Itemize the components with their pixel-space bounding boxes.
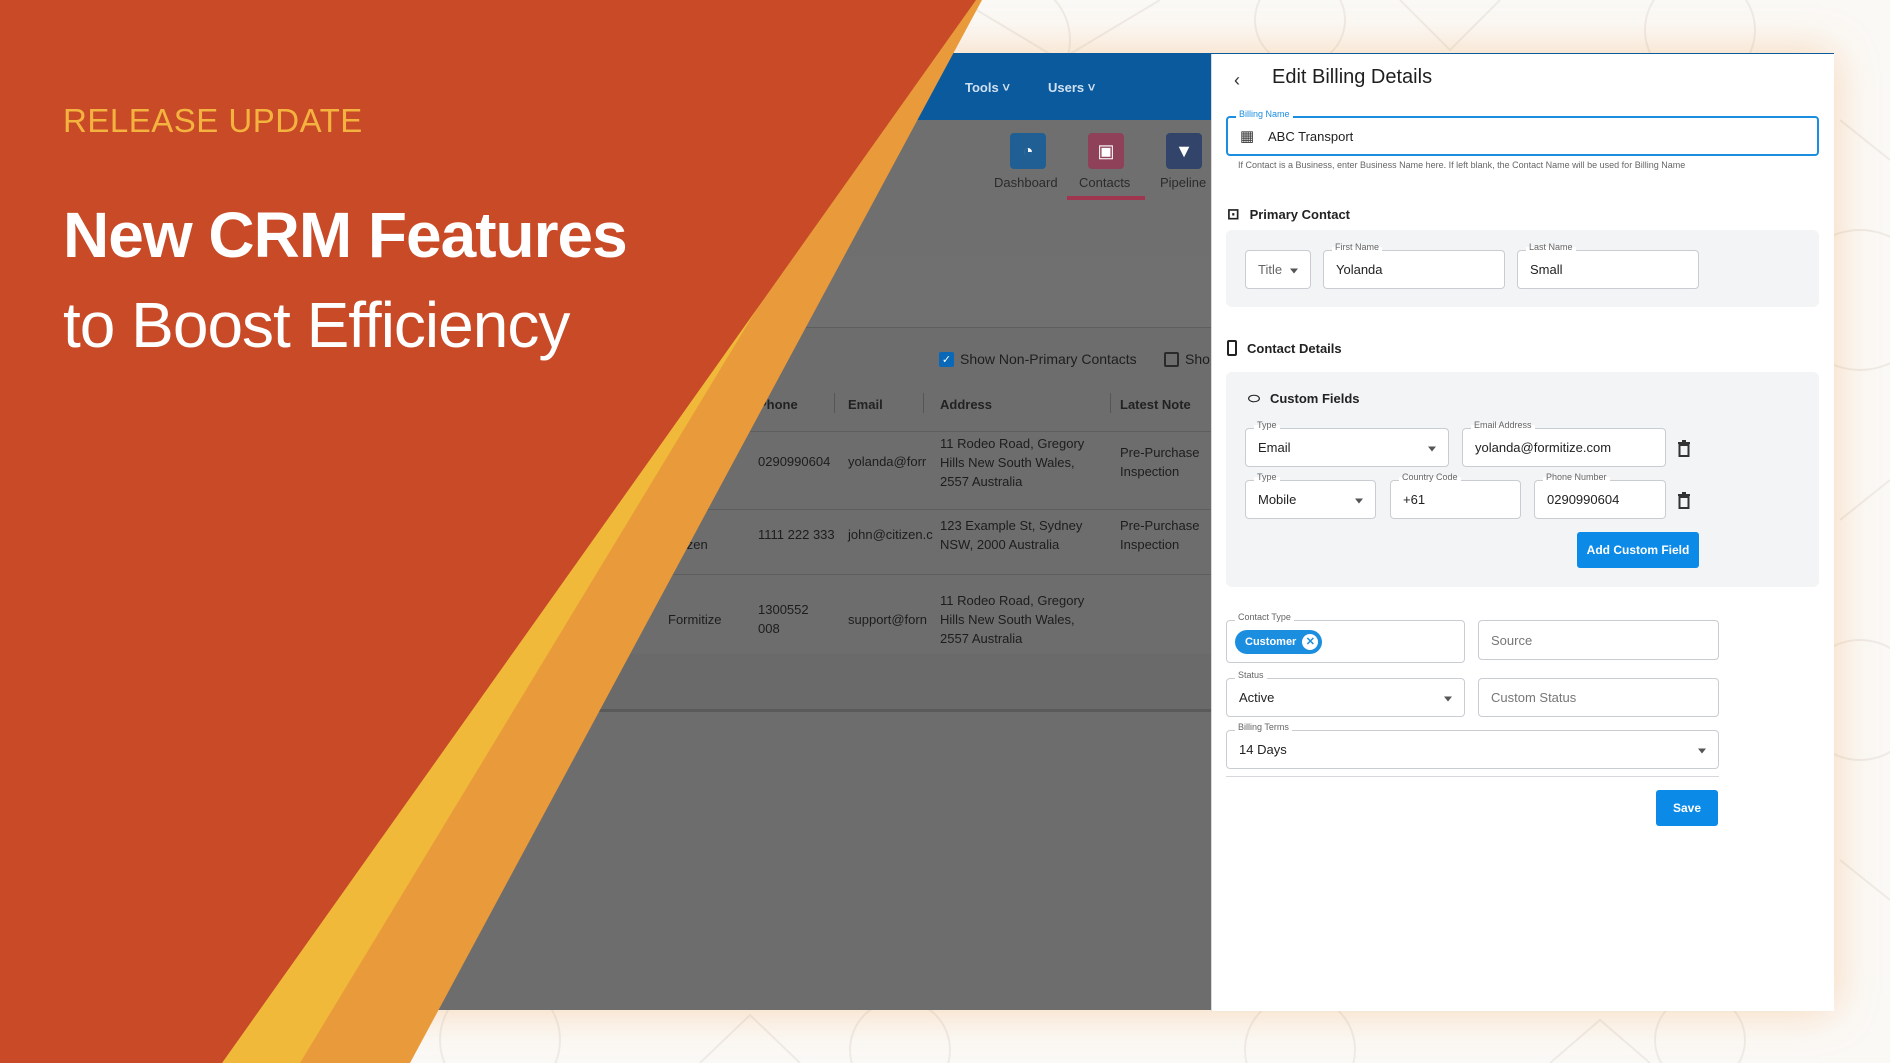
contact-card-icon: ⊡	[1227, 206, 1240, 223]
checkbox-checked-icon[interactable]: ✓	[939, 351, 954, 367]
nav-pipeline-label[interactable]: Pipeline	[1160, 175, 1206, 190]
tag-icon: ⬭	[1248, 390, 1260, 406]
nav-contacts-label[interactable]: Contacts	[1079, 175, 1130, 190]
chevron-down-icon	[1698, 748, 1706, 753]
col-email[interactable]: Email	[848, 397, 883, 412]
col-phone[interactable]: Phone	[758, 397, 798, 412]
billing-name-field[interactable]: Billing Name ▦ ABC Transport	[1226, 109, 1819, 156]
last-name-field[interactable]: Last Name Small	[1517, 242, 1699, 289]
building-icon: ▦	[1240, 128, 1255, 145]
contacts-icon[interactable]: ▣	[1088, 133, 1124, 169]
billing-terms-select[interactable]: Billing Terms 14 Days	[1226, 722, 1719, 769]
primary-contact-heading: ⊡ Primary Contact	[1227, 206, 1350, 223]
chevron-down-icon	[1290, 268, 1298, 273]
delete-email-icon[interactable]	[1677, 440, 1691, 457]
status-select[interactable]: Status Active	[1226, 670, 1465, 717]
nav-users[interactable]: Users ˅	[1048, 80, 1095, 95]
show-other-filter[interactable]: Sho	[1164, 351, 1210, 367]
billing-name-hint: If Contact is a Business, enter Business…	[1238, 160, 1686, 170]
mobile-phone-icon	[1227, 340, 1237, 356]
edit-billing-panel: ‹ Edit Billing Details Billing Name ▦ AB…	[1211, 54, 1834, 1011]
filter-icon[interactable]: ▼	[1166, 133, 1202, 169]
chevron-down-icon	[1355, 498, 1363, 503]
source-field[interactable]: Source	[1478, 620, 1719, 660]
nav-dashboard-label[interactable]: Dashboard	[994, 175, 1058, 190]
chevron-down-icon	[1444, 696, 1452, 701]
active-tab-indicator	[1067, 196, 1145, 200]
phone-number-field[interactable]: Phone Number 0290990604	[1534, 472, 1666, 519]
divider	[1226, 776, 1719, 777]
back-arrow-icon[interactable]: ‹	[1234, 70, 1240, 91]
phone-type-select[interactable]: Type Mobile	[1245, 472, 1376, 519]
first-name-field[interactable]: First Name Yolanda	[1323, 242, 1505, 289]
country-code-field[interactable]: Country Code +61	[1390, 472, 1521, 519]
customer-chip[interactable]: Customer ✕	[1235, 629, 1323, 654]
chevron-down-icon	[1428, 446, 1436, 451]
checkbox-unchecked-icon[interactable]	[1164, 351, 1179, 367]
subheadline: to Boost Efficiency	[63, 289, 570, 361]
release-update-label: RELEASE UPDATE	[63, 102, 363, 139]
title-select[interactable]: Title	[1245, 250, 1311, 289]
remove-chip-icon[interactable]: ✕	[1302, 633, 1319, 650]
headline: New CRM Features	[63, 199, 628, 271]
contact-type-field[interactable]: Contact Type Customer ✕	[1226, 612, 1465, 663]
delete-phone-icon[interactable]	[1677, 492, 1691, 509]
col-address[interactable]: Address	[940, 397, 992, 412]
panel-title: Edit Billing Details	[1272, 66, 1433, 88]
email-type-select[interactable]: Type Email	[1245, 420, 1449, 467]
dashboard-icon[interactable]: ◔	[1010, 133, 1046, 169]
col-latest-note[interactable]: Latest Note	[1120, 397, 1191, 412]
custom-status-field[interactable]: Custom Status	[1478, 678, 1719, 717]
save-button[interactable]: Save	[1656, 790, 1718, 826]
email-address-field[interactable]: Email Address yolanda@formitize.com	[1462, 420, 1666, 467]
nav-tools[interactable]: Tools ˅	[965, 80, 1010, 95]
custom-fields-heading: ⬭ Custom Fields	[1248, 390, 1360, 406]
contact-details-heading: Contact Details	[1227, 340, 1342, 356]
show-non-primary-filter[interactable]: ✓ Show Non-Primary Contacts	[939, 351, 1137, 367]
add-custom-field-button[interactable]: Add Custom Field	[1577, 532, 1699, 568]
